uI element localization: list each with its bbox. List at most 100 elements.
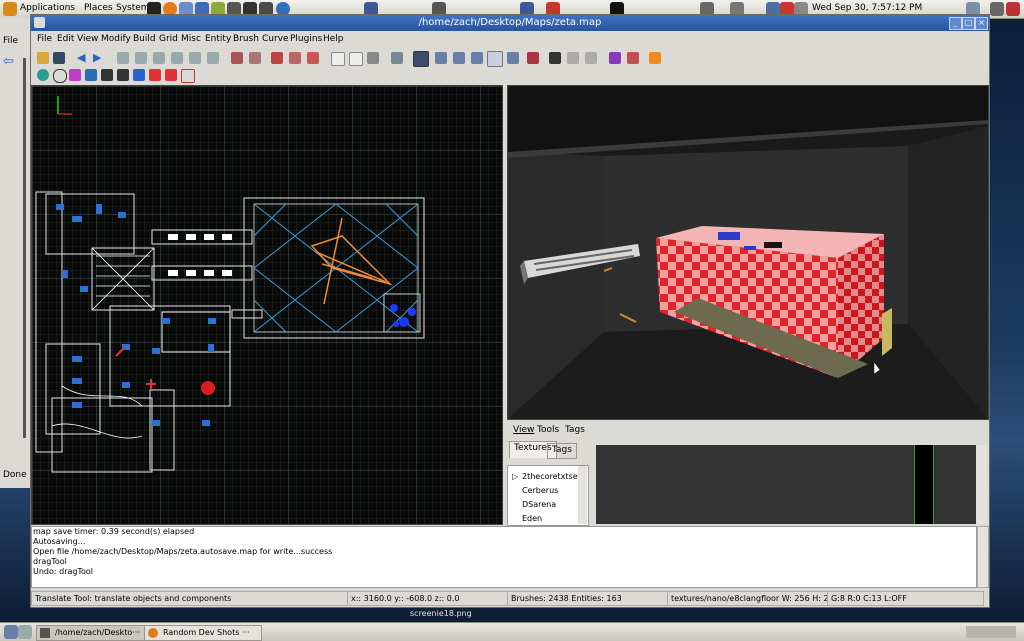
grid-2d-canvas[interactable] (32, 86, 502, 524)
texture-preview-area[interactable] (596, 445, 987, 524)
prefab-icon[interactable] (69, 69, 81, 81)
tex-view-menu[interactable]: View (513, 425, 534, 435)
menu-view[interactable]: View (77, 34, 98, 44)
curve-icon[interactable] (117, 69, 129, 81)
volume-icon[interactable] (990, 2, 1004, 16)
refresh-icon[interactable] (37, 69, 49, 81)
clone-icon[interactable] (331, 52, 345, 66)
csg-merge-icon[interactable] (289, 52, 301, 64)
list-item[interactable]: 2thecoretxtset2 (522, 472, 586, 481)
console-output[interactable]: map save timer: 0.39 second(s) elapsed A… (31, 526, 977, 588)
rotate-y-icon[interactable] (171, 52, 183, 64)
texture-lock-icon[interactable] (367, 52, 379, 64)
rotate-x-icon[interactable] (135, 52, 147, 64)
merge-icon[interactable] (165, 69, 177, 81)
list-item[interactable]: Cerberus (522, 486, 558, 495)
tex-tools-menu[interactable]: Tools (537, 425, 559, 435)
lights-icon[interactable] (549, 52, 561, 64)
select-inside-icon[interactable] (249, 52, 261, 64)
menu-grid[interactable]: Grid (159, 34, 178, 44)
list-item[interactable]: Eden (522, 514, 542, 523)
system-menu[interactable]: System (116, 3, 150, 13)
radiant-window: /home/zach/Desktop/Maps/zeta.map _ □ × F… (30, 14, 990, 608)
patch-icon[interactable] (391, 52, 403, 64)
folder-list-scrollbar[interactable] (578, 466, 587, 524)
camera-3d-view[interactable] (507, 85, 989, 420)
texture-tool-icon[interactable] (627, 52, 639, 64)
window-icon (40, 628, 50, 638)
face-mode-icon[interactable] (567, 52, 579, 64)
tree-icon[interactable] (101, 69, 113, 81)
vertex-icon[interactable] (527, 52, 539, 64)
menu-edit[interactable]: Edit (57, 34, 74, 44)
back-arrow-icon[interactable]: ⇦ (3, 54, 19, 69)
select-complete-tall-icon[interactable] (231, 52, 243, 64)
menu-curve[interactable]: Curve (262, 34, 289, 44)
undo-arrow-icon[interactable]: ◀ (77, 52, 89, 64)
clipper-icon[interactable] (507, 52, 519, 64)
firefox-icon (148, 628, 158, 638)
bg-window-edge (23, 58, 26, 438)
menu-modify[interactable]: Modify (101, 34, 131, 44)
places-menu[interactable]: Places (84, 3, 113, 13)
hollow-icon[interactable] (307, 52, 319, 64)
flip-x-icon[interactable] (117, 52, 129, 64)
clock[interactable]: Wed Sep 30, 7:57:12 PM (812, 3, 922, 13)
open-icon[interactable] (37, 52, 49, 64)
entity-list-icon[interactable] (609, 52, 621, 64)
shutdown-icon[interactable] (1006, 2, 1020, 16)
bg-status-done: Done (3, 470, 27, 480)
plugin-icon[interactable] (649, 52, 661, 64)
gnome-foot-icon[interactable] (3, 2, 17, 16)
circle-icon[interactable] (53, 69, 67, 83)
maximize-button[interactable]: □ (962, 17, 975, 30)
menu-brush[interactable]: Brush (233, 34, 259, 44)
texture-thumbnail[interactable] (914, 445, 934, 524)
csg-subtract-icon[interactable] (271, 52, 283, 64)
redo-arrow-icon[interactable]: ▶ (93, 52, 105, 64)
taskbar-item[interactable]: Random Dev Shots ··· (144, 625, 262, 641)
taskbar-item[interactable]: /home/zach/Deskto··· (36, 625, 154, 641)
rotate-icon[interactable] (453, 52, 465, 64)
list-item[interactable]: DSarena (522, 500, 556, 509)
save-icon[interactable] (53, 52, 65, 64)
flip-z-icon[interactable] (189, 52, 201, 64)
edge-mode-icon[interactable] (585, 52, 597, 64)
tex-tags-menu[interactable]: Tags (565, 425, 585, 435)
flip-y-icon[interactable] (153, 52, 165, 64)
translate-icon[interactable] (435, 52, 447, 64)
drop-icon[interactable] (133, 69, 145, 81)
deselect-icon[interactable] (349, 52, 363, 66)
menu-plugins[interactable]: Plugins (290, 34, 322, 44)
camera-view-icon[interactable] (413, 51, 429, 67)
workspace-switcher[interactable] (966, 626, 1016, 638)
no-entry-icon[interactable] (181, 69, 195, 83)
window-titlebar[interactable]: /home/zach/Desktop/Maps/zeta.map _ □ × (31, 15, 989, 31)
grid-2d-view[interactable] (31, 85, 503, 525)
applications-menu[interactable]: Applications (20, 3, 75, 13)
menu-build[interactable]: Build (133, 34, 156, 44)
camera-3d-canvas[interactable] (508, 86, 988, 419)
texture-folder-list[interactable]: ▷ 2thecoretxtset2 Cerberus DSarena Eden (507, 465, 589, 526)
tab-tags[interactable]: Tags (547, 443, 577, 459)
drag-tool-icon[interactable] (487, 51, 503, 67)
menu-file[interactable]: File (37, 34, 52, 44)
scale-icon[interactable] (471, 52, 483, 64)
bobtoolz-icon[interactable] (85, 69, 97, 81)
split-icon[interactable] (149, 69, 161, 81)
texture-scrollbar[interactable] (976, 445, 987, 524)
workspace-icon[interactable] (18, 625, 32, 639)
console-line: Undo: dragTool (33, 567, 94, 576)
menu-misc[interactable]: Misc (181, 34, 201, 44)
menu-help[interactable]: Help (323, 34, 344, 44)
rotate-z-icon[interactable] (207, 52, 219, 64)
console-line: Autosaving... (33, 537, 86, 546)
status-grid: G:8 R:0 C:13 L:OFF (827, 591, 984, 606)
expander-triangle-icon[interactable]: ▷ (512, 472, 518, 481)
close-button[interactable]: × (975, 17, 988, 30)
minimize-button[interactable]: _ (949, 17, 962, 30)
bg-file-menu[interactable]: File (3, 36, 18, 46)
menu-entity[interactable]: Entity (205, 34, 231, 44)
show-desktop-icon[interactable] (4, 625, 18, 639)
console-scrollbar[interactable] (977, 526, 989, 588)
